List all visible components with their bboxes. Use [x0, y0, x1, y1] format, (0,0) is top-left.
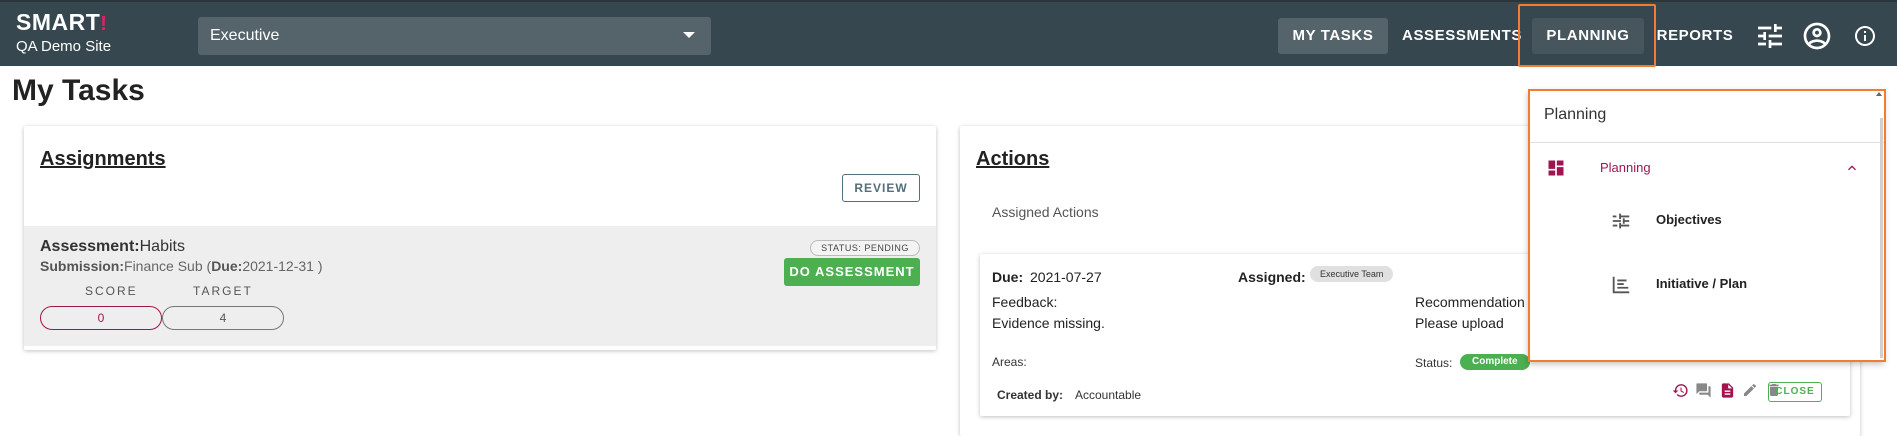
submission-value: Finance Sub ( [124, 258, 212, 274]
due-label: Due: [211, 258, 243, 274]
assessment-line: Assessment:Habits [40, 238, 185, 256]
planning-focus-highlight [1518, 4, 1656, 67]
site-selector[interactable]: Executive [198, 17, 711, 55]
page-title: My Tasks [12, 74, 145, 107]
assessment-label: Assessment: [40, 238, 140, 255]
assignment-row[interactable]: Assessment:Habits Submission:Finance Sub… [24, 226, 936, 346]
nav-assessments[interactable]: ASSESSMENTS [1397, 18, 1527, 54]
status-label: Status: [1415, 356, 1453, 370]
brand-logo-mark: ! [100, 13, 108, 35]
close-action-button[interactable]: CLOSE [1768, 382, 1822, 402]
assignments-heading: Assignments [40, 148, 166, 170]
score-pill: 0 [40, 306, 162, 330]
status-badge: STATUS: PENDING [810, 240, 920, 256]
comments-icon[interactable] [1695, 382, 1714, 400]
assigned-label: Assigned: [1238, 269, 1306, 285]
status-complete-badge: Complete [1460, 354, 1530, 370]
created-by-value: Accountable [1075, 388, 1142, 402]
recommendation-value: Please upload [1415, 315, 1504, 331]
do-assessment-button[interactable]: DO ASSESSMENT [784, 258, 920, 286]
due-value: 2021-12-31 ) [242, 258, 323, 274]
brand-logo: SMART! [16, 10, 111, 36]
assessment-value: Habits [139, 238, 185, 255]
assignments-card: Assignments REVIEW Assessment:Habits Sub… [24, 126, 936, 350]
submission-line: Submission:Finance Sub (Due:2021-12-31 ) [40, 258, 322, 274]
assigned-actions-label: Assigned Actions [992, 204, 1099, 220]
target-label: TARGET [193, 284, 253, 298]
created-by-label: Created by: [997, 388, 1064, 402]
scroll-up-arrow-icon[interactable] [1876, 92, 1882, 96]
account-circle-icon[interactable] [1801, 20, 1833, 52]
caret-down-icon [683, 32, 695, 38]
due-value: 2021-07-27 [1030, 269, 1102, 285]
assigned-team-chip: Executive Team [1310, 266, 1394, 282]
brand-logo-text: SMART [16, 9, 101, 35]
tune-icon[interactable] [1754, 20, 1786, 52]
submission-label: Submission: [40, 258, 125, 274]
brand[interactable]: SMART! QA Demo Site [16, 10, 111, 55]
history-icon[interactable] [1672, 382, 1691, 400]
info-icon[interactable] [1853, 24, 1877, 48]
menu-focus-highlight [1528, 89, 1886, 362]
nav-my-tasks[interactable]: MY TASKS [1278, 18, 1388, 54]
site-selector-value: Executive [210, 27, 280, 44]
document-icon[interactable] [1719, 382, 1738, 400]
areas-label: Areas: [992, 355, 1027, 369]
menu-scrollbar[interactable] [1880, 118, 1883, 358]
brand-site-name: QA Demo Site [16, 38, 112, 55]
feedback-label: Feedback: [992, 294, 1058, 310]
nav-reports[interactable]: REPORTS [1655, 18, 1735, 54]
review-button[interactable]: REVIEW [842, 174, 920, 202]
actions-heading: Actions [976, 148, 1050, 170]
due-label: Due: [992, 269, 1024, 285]
feedback-value: Evidence missing. [992, 315, 1105, 331]
recommendation-label: Recommendation [1415, 294, 1525, 310]
edit-icon[interactable] [1742, 382, 1761, 400]
target-pill: 4 [162, 306, 284, 330]
score-label: SCORE [85, 284, 138, 298]
